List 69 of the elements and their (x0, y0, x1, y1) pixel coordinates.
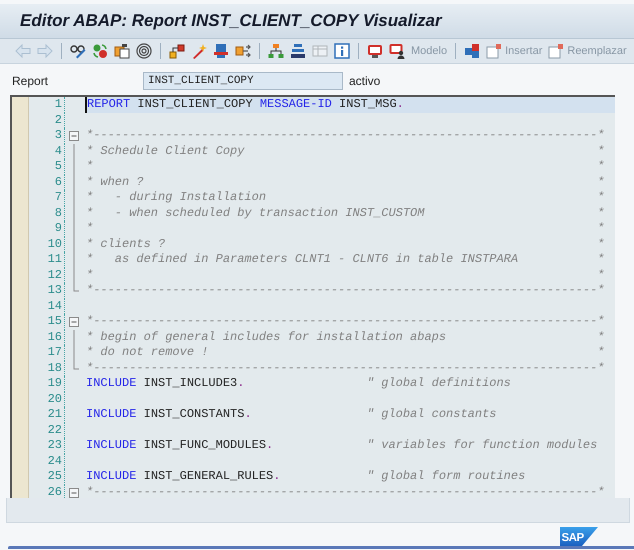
code-line: * - during Installation * (85, 190, 604, 206)
clipboard-icon[interactable] (114, 43, 130, 59)
line-number: 14 (29, 298, 65, 314)
glasses-icon[interactable] (70, 43, 86, 59)
line-number: 7 (29, 190, 65, 206)
line-number: 21 (29, 407, 65, 422)
line-number: 19 (29, 376, 65, 392)
collapse-icon[interactable] (69, 488, 79, 498)
code-line: * * (85, 159, 604, 174)
line-number: 16 (29, 330, 65, 345)
code-line: INCLUDE INST_GENERAL_RULES. " global form routines (85, 469, 526, 484)
info-icon[interactable] (334, 43, 350, 59)
line-number: 15 (29, 314, 65, 330)
report-field[interactable]: INST_CLIENT_COPY (143, 72, 343, 90)
code-line: *----------------------------------------------------------------------* (85, 128, 604, 144)
line-number: 17 (29, 345, 65, 360)
line-number: 25 (29, 469, 65, 484)
line-number: 11 (29, 252, 65, 268)
line-number: 12 (29, 268, 65, 283)
line-number: 6 (29, 174, 65, 190)
code-line: *----------------------------------------------------------------------* (85, 283, 604, 298)
frame-icon (548, 43, 564, 59)
line-number: 24 (29, 454, 65, 469)
status-circles-icon[interactable] (92, 43, 108, 59)
org-chart-icon[interactable] (268, 43, 284, 59)
blocks-icon[interactable] (464, 43, 480, 59)
branch-arrows-icon[interactable] (235, 43, 251, 59)
frame-icon (486, 43, 502, 59)
hierarchy-icon[interactable] (169, 43, 185, 59)
code-line: INCLUDE INST_FUNC_MODULES. " variables for function modules (85, 438, 598, 454)
line-number: 22 (29, 422, 65, 438)
logo: SAP (560, 527, 598, 546)
field-label: Report (12, 74, 50, 88)
stack-icon[interactable] (290, 43, 306, 59)
wand-icon[interactable] (191, 43, 207, 59)
code-line: *----------------------------------------------------------------------* (85, 314, 604, 330)
code-line: * begin of general includes for installation abaps * (85, 330, 604, 345)
line-number: 2 (29, 112, 65, 128)
code-line: INCLUDE INST_CONSTANTS. " global constants (85, 407, 496, 422)
spiral-icon[interactable] (136, 43, 152, 59)
status-text: activo (349, 74, 380, 88)
window-title: Editor ABAP: Report INST_CLIENT_COPY Visualizar (20, 11, 442, 31)
line-number: 9 (29, 221, 65, 236)
line-number: 1 (29, 97, 65, 112)
line-number: 23 (29, 438, 65, 454)
collapse-icon[interactable] (69, 131, 79, 141)
code-line: *----------------------------------------------------------------------* (85, 360, 604, 376)
line-number: 10 (29, 236, 65, 252)
line-number: 20 (29, 392, 65, 407)
monitor-icon[interactable] (367, 43, 383, 59)
code-line: INCLUDE INST_INCLUDE3. " global definitions (85, 376, 511, 392)
line-number: 5 (29, 159, 65, 174)
line-number: 4 (29, 144, 65, 159)
code-line: * clients ? * (85, 236, 604, 252)
line-number: 8 (29, 206, 65, 221)
code-line: * * (85, 221, 604, 236)
code-line: * - when scheduled by transaction INST_CUSTOM * (85, 206, 604, 221)
code-line: * * (85, 268, 604, 283)
code-line: * Schedule Client Copy * (85, 144, 604, 159)
code-line: * do not remove ! * (85, 345, 604, 360)
line-number: 13 (29, 283, 65, 298)
line-number: 18 (29, 360, 65, 376)
code-line: * when ? * (85, 174, 604, 190)
monitor-user-icon[interactable] (389, 43, 405, 59)
code-line: *----------------------------------------------------------------------* (85, 484, 604, 498)
code-line: * as defined in Parameters CLNT1 - CLNT6 in table INSTPARA * (85, 252, 604, 268)
collapse-icon[interactable] (69, 317, 79, 327)
line-number: 3 (29, 128, 65, 144)
code-editor[interactable] (10, 95, 615, 498)
